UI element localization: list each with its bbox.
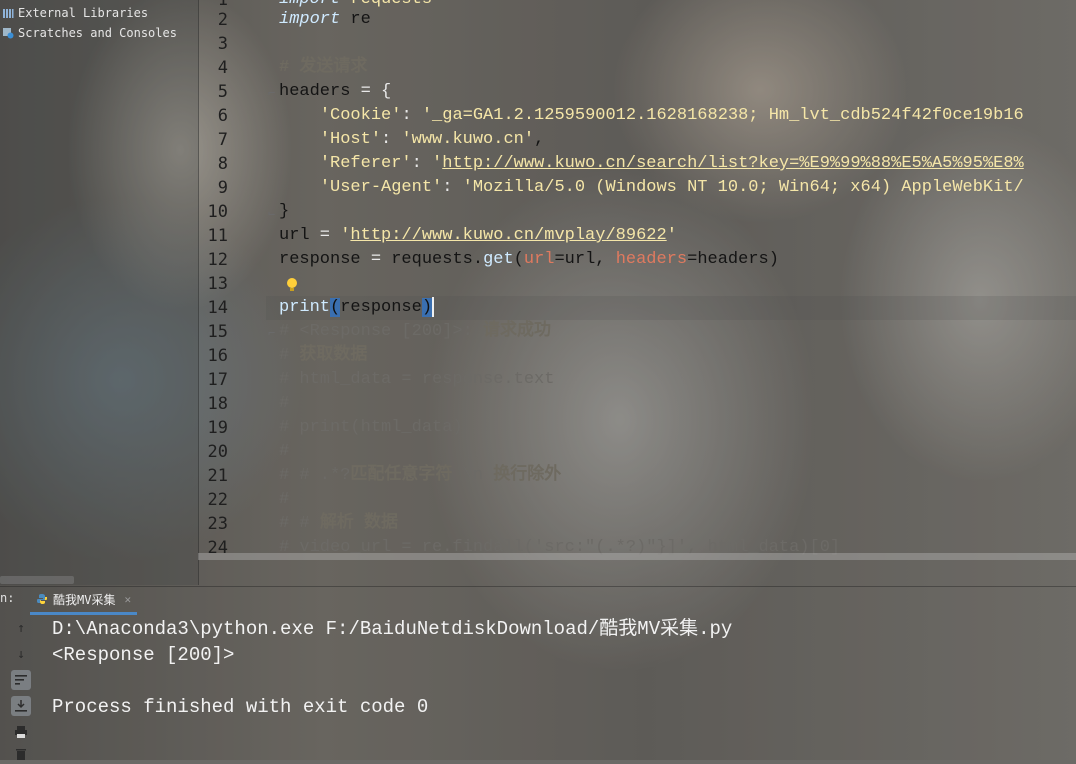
code-line: import re [279, 10, 371, 29]
tree-item-label: Scratches and Consoles [18, 26, 177, 40]
library-icon [2, 7, 14, 19]
python-icon [36, 593, 48, 605]
arrow-up-icon[interactable]: ↑ [11, 618, 31, 638]
fold-icon[interactable]: ⌙ [268, 206, 275, 220]
code-line: # [279, 394, 290, 413]
line-number: 8 [217, 154, 228, 174]
tree-item-external-libraries[interactable]: External Libraries [2, 4, 148, 22]
code-line: # html_data = response.text [279, 370, 555, 389]
tree-item-scratches[interactable]: Scratches and Consoles [2, 24, 177, 42]
code-line: # <Response [200]>: 请求成功 [279, 322, 552, 341]
line-number: 10 [207, 202, 228, 222]
referer-url-link[interactable]: http://www.kuwo.cn/search/list?key=%E9%9… [442, 154, 1024, 173]
project-scrollbar[interactable] [0, 576, 74, 584]
run-tab-label: 酷我MV采集 [53, 592, 116, 607]
line-number: 19 [207, 418, 228, 438]
line-number: 23 [207, 514, 228, 534]
editor-horizontal-scrollbar[interactable] [198, 553, 1076, 560]
tree-item-label: External Libraries [18, 6, 149, 20]
line-number: 6 [217, 106, 228, 126]
line-number: 13 [207, 274, 228, 294]
code-line: } [279, 202, 290, 221]
scratches-icon [2, 27, 14, 39]
line-number: 3 [217, 34, 228, 54]
code-line: headers = { [279, 82, 392, 101]
text-caret [432, 296, 435, 317]
line-number: 2 [217, 10, 228, 30]
code-line: # # .*?匹配任意字符 \n 换行除外 [279, 466, 562, 485]
code-line: 'Host': 'www.kuwo.cn', [319, 130, 545, 149]
print-icon[interactable] [11, 722, 31, 742]
line-number: 4 [217, 58, 228, 78]
console-line: D:\Anaconda3\python.exe F:/BaiduNetdiskD… [52, 618, 733, 640]
line-number-gutter: 1 2 3 4 5 6 7 8 9 10 11 12 13 14 15 16 1… [198, 0, 266, 568]
line-number: 12 [207, 250, 228, 270]
run-tab[interactable]: 酷我MV采集 ✕ [30, 586, 138, 615]
line-number: 5 [217, 82, 228, 102]
run-toolbar: ↑ ↓ [8, 614, 34, 760]
code-line: 'User-Agent': 'Mozilla/5.0 (Windows NT 1… [319, 178, 1024, 197]
line-number: 15 [207, 322, 228, 342]
line-number: 17 [207, 370, 228, 390]
run-panel-label: n: [0, 591, 15, 605]
code-line: # [279, 490, 290, 509]
console-line: Process finished with exit code 0 [52, 696, 429, 718]
console-line: <Response [200]> [52, 644, 235, 666]
line-number: 18 [207, 394, 228, 414]
scroll-to-end-icon[interactable] [11, 696, 31, 716]
code-editor[interactable]: 1 2 3 4 5 6 7 8 9 10 11 12 13 14 15 16 1… [198, 0, 1076, 568]
fold-icon[interactable]: ⌐ [268, 326, 275, 340]
line-number: 11 [207, 226, 228, 246]
code-line: url = 'http://www.kuwo.cn/mvplay/89622' [279, 226, 677, 245]
code-line: # 发送请求 [279, 58, 368, 77]
run-panel-header [0, 586, 1076, 613]
line-number: 16 [207, 346, 228, 366]
code-line: response = requests.get(url=url, headers… [279, 250, 779, 269]
line-number: 21 [207, 466, 228, 486]
arrow-down-icon[interactable]: ↓ [11, 644, 31, 664]
line-number: 22 [207, 490, 228, 510]
line-number: 9 [217, 178, 228, 198]
code-line: # print(html_data) [279, 418, 463, 437]
close-icon[interactable]: ✕ [124, 593, 131, 606]
code-line-current: print(response) [279, 296, 435, 317]
fold-icon[interactable]: ⌐ [268, 86, 275, 100]
soft-wrap-icon[interactable] [11, 670, 31, 690]
line-number: 14 [207, 298, 228, 318]
trash-icon[interactable] [11, 744, 31, 764]
code-line: # # 解析 数据 [279, 514, 399, 533]
code-line: 'Cookie': '_ga=GA1.2.1259590012.16281682… [319, 106, 1024, 125]
console-output[interactable]: D:\Anaconda3\python.exe F:/BaiduNetdiskD… [52, 614, 1052, 760]
lightbulb-icon[interactable] [286, 277, 298, 297]
code-line: # [279, 442, 290, 461]
code-line: # 获取数据 [279, 346, 368, 365]
mvplay-url-link[interactable]: http://www.kuwo.cn/mvplay/89622 [350, 226, 666, 245]
line-number: 20 [207, 442, 228, 462]
line-number: 7 [217, 130, 228, 150]
code-line: 'Referer': 'http://www.kuwo.cn/search/li… [319, 154, 1024, 173]
project-panel: External Libraries Scratches and Console… [0, 0, 199, 585]
